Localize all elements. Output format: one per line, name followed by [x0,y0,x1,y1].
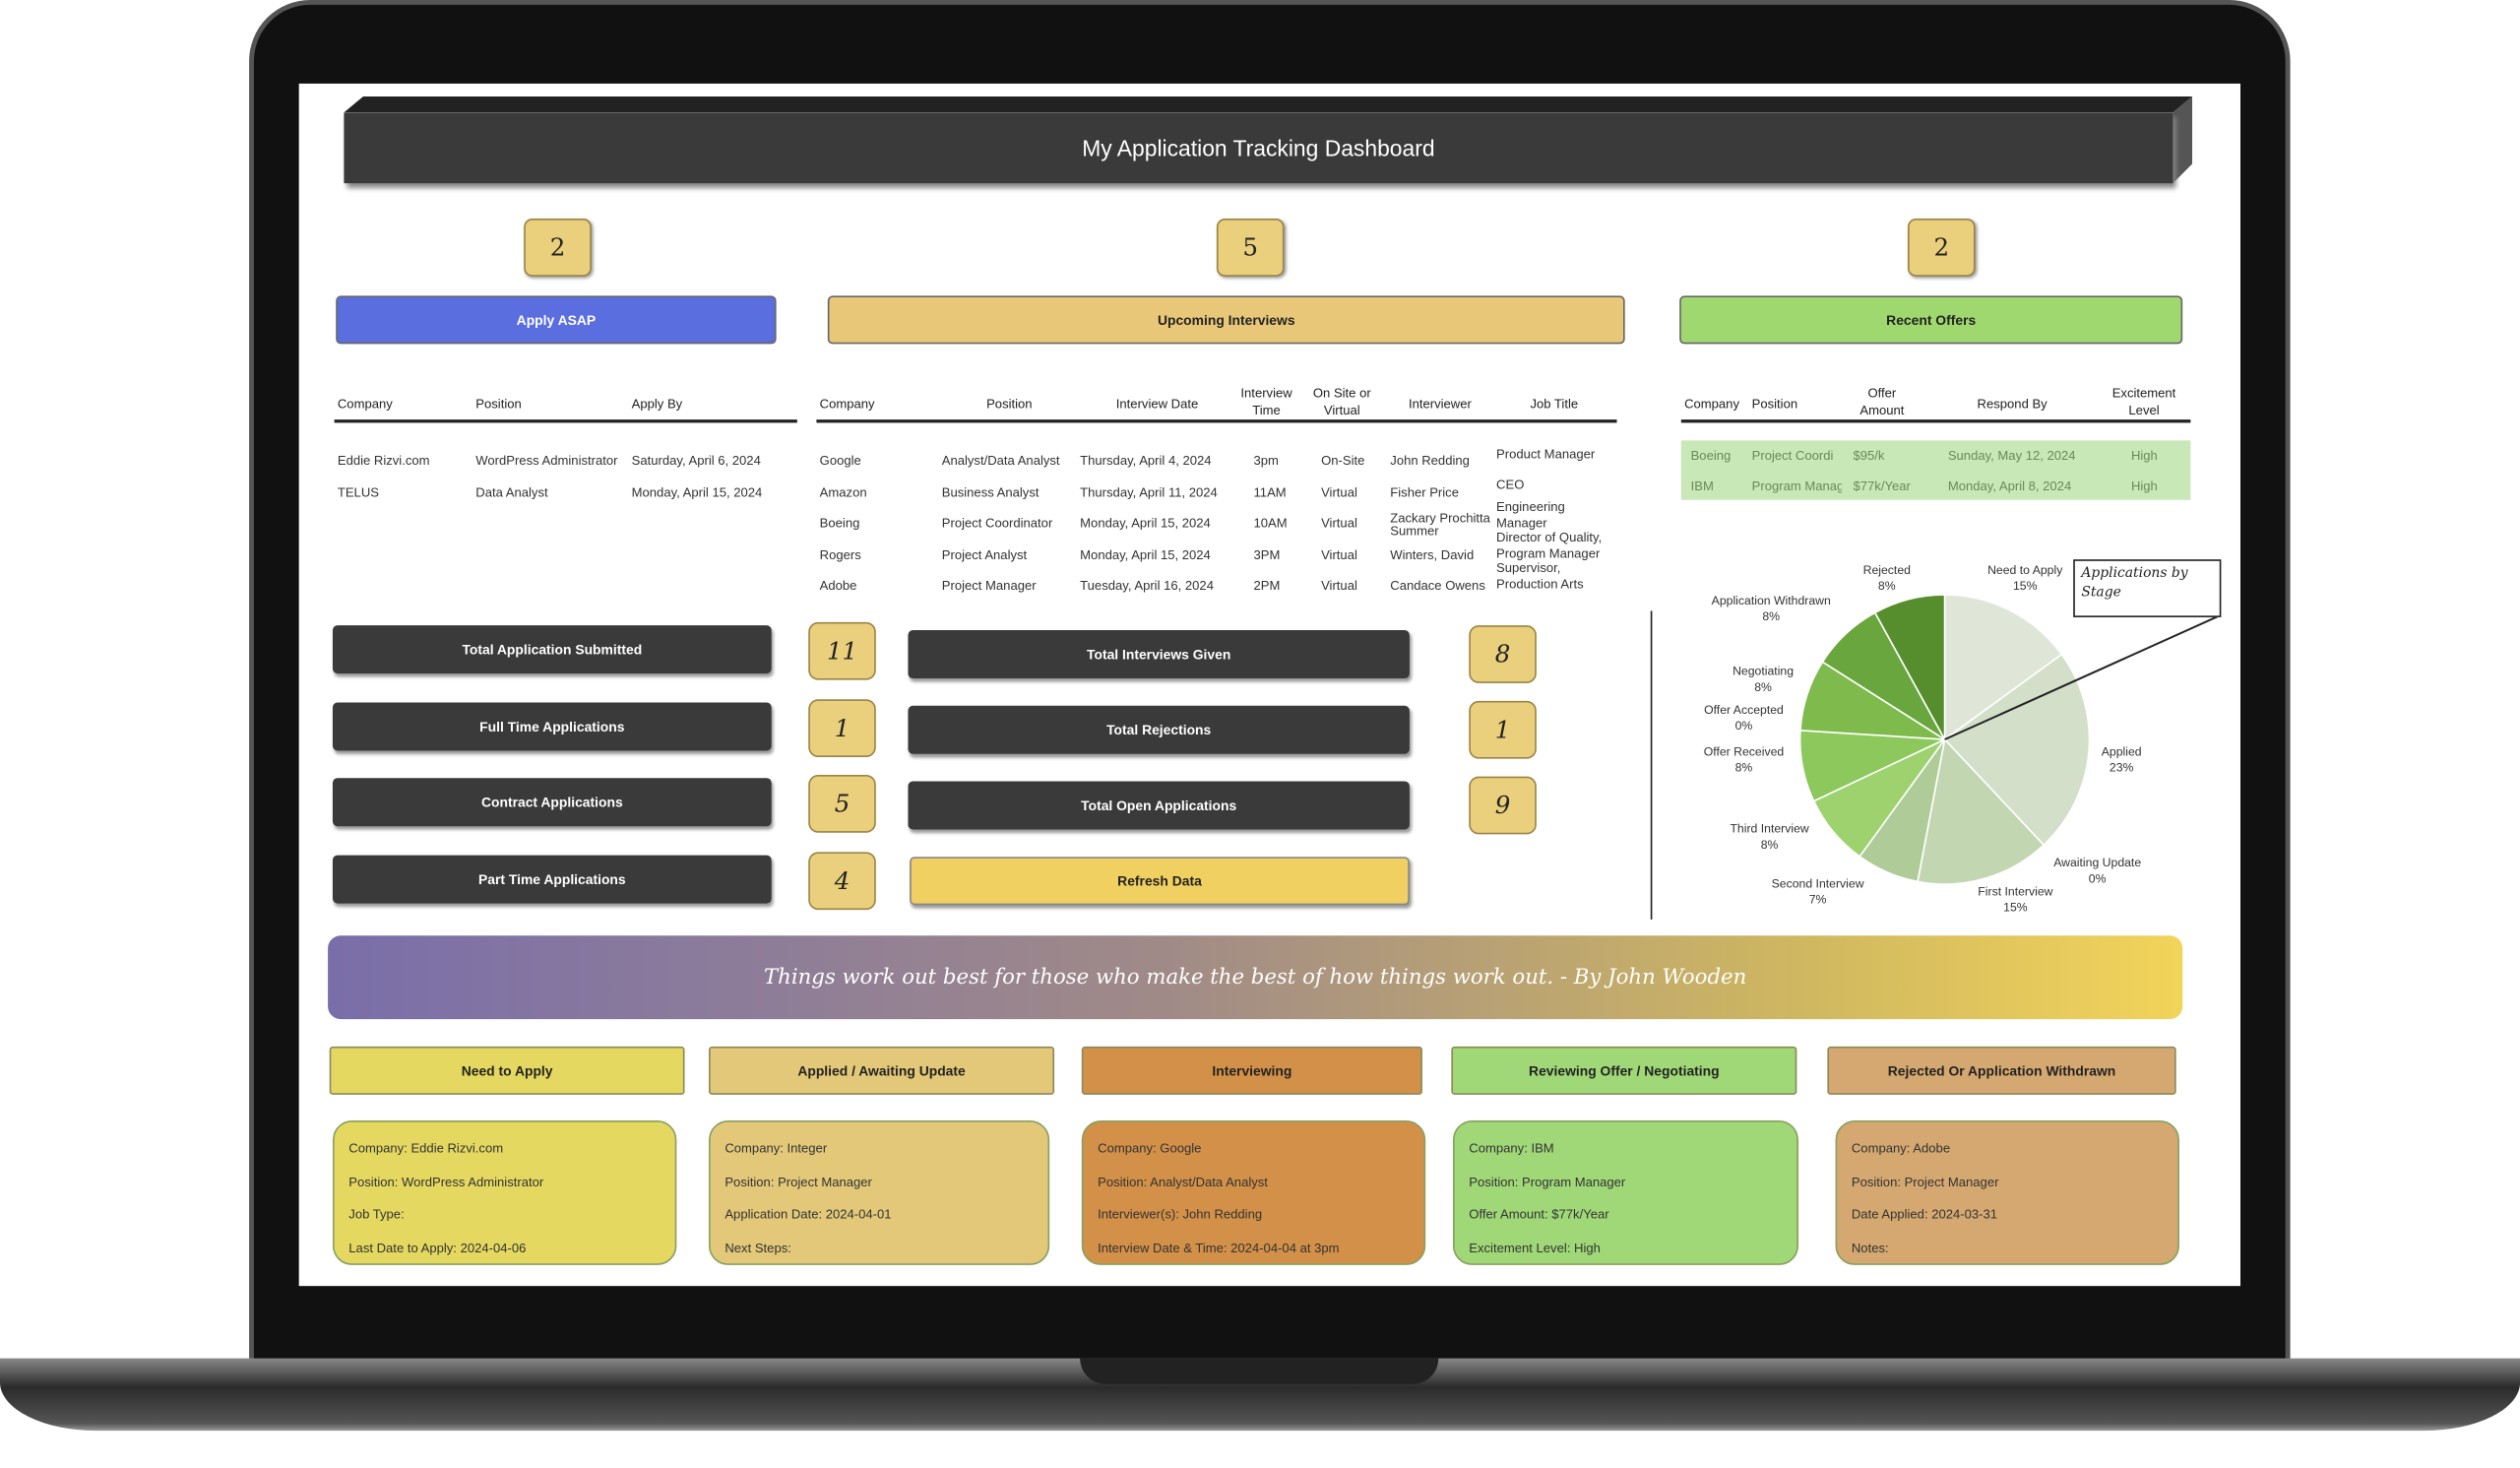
card-line: Company: Adobe [1851,1141,1951,1156]
pie-label-name: Negotiating [1732,664,1795,678]
pie-label: Second Interview 7% [1772,876,1864,909]
pie-label: Awaiting Update 0% [2053,856,2141,888]
card-line: Company: Eddie Rizvi.com [348,1141,504,1156]
category-card: Company: IBM Position: Program Manager Off… [1452,1119,1798,1265]
pie-label: Offer Received 8% [1704,744,1784,777]
pie-label-name: Offer Accepted [1704,702,1784,718]
pie-label: Rejected 8% [1863,562,1911,595]
pie-label-value: 0% [1734,718,1753,734]
pie-label-value: 8% [1877,578,1896,594]
pie-label-name: Applied [2101,743,2142,759]
card-line: Position: Project Manager [1851,1174,1999,1189]
pie-label-name: Awaiting Update [2053,855,2142,870]
card-line: Excitement Level: High [1469,1240,1601,1255]
pie-label-name: Offer Received [1703,743,1785,759]
pie-label-value: 7% [1808,892,1827,907]
pie-label-value: 0% [2088,870,2107,886]
pie-label: Applied 23% [2102,744,2142,777]
card-line: Notes: [1851,1240,1889,1255]
pie-label-name: Application Withdrawn [1711,593,1831,608]
card-line: Position: Program Manager [1469,1174,1626,1189]
pie-label-name: Rejected [1862,562,1911,578]
pie-label: Third Interview 8% [1730,821,1808,854]
card-line: Company: Google [1098,1141,1202,1156]
card-line: Last Date to Apply: 2024-04-06 [348,1240,527,1255]
category-header[interactable]: Rejected Or Application Withdrawn [1827,1046,2176,1095]
card-line: Company: Integer [724,1141,828,1156]
category-card: Company: Google Position: Analyst/Data An… [1081,1119,1426,1265]
card-line: Interviewer(s): John Redding [1098,1207,1263,1222]
pie-label-value: 15% [2012,578,2038,594]
card-line: Application Date: 2024-04-01 [724,1207,892,1222]
card-line: Date Applied: 2024-03-31 [1851,1207,1998,1222]
pie-label-value: 8% [1734,760,1753,775]
pie-label: Application Withdrawn 8% [1712,593,1831,625]
pie-label: First Interview 15% [1978,884,2052,917]
pie-label-value: 8% [1762,608,1781,624]
category-header[interactable]: Need to Apply [329,1046,685,1095]
card-line: Next Steps: [724,1240,791,1255]
card-line: Company: IBM [1469,1141,1554,1156]
card-line: Job Type: [348,1207,405,1222]
category-card: Company: Adobe Position: Project Manager D… [1835,1119,2179,1265]
card-line: Offer Amount: $77k/Year [1469,1207,1609,1222]
pie-label: Negotiating 8% [1732,664,1794,696]
card-line: Position: Analyst/Data Analyst [1098,1174,1268,1189]
pie-label: Offer Accepted 0% [1704,702,1784,734]
category-header[interactable]: Reviewing Offer / Negotiating [1451,1046,1797,1095]
quote-banner: Things work out best for those who make … [328,935,2183,1020]
pie-label-name: Need to Apply [1987,562,2063,578]
category-card: Company: Integer Position: Project Manage… [709,1119,1050,1265]
pie-label-value: 8% [1754,679,1772,695]
category-header[interactable]: Applied / Awaiting Update [709,1046,1055,1095]
category-card: Company: Eddie Rizvi.com Position: WordPr… [332,1119,677,1265]
pie-label: Need to Apply 15% [1987,562,2062,595]
pie-label-name: First Interview [1978,883,2053,899]
pie-label-value: 23% [2109,760,2134,775]
pie-label-value: 8% [1760,837,1779,853]
category-header[interactable]: Interviewing [1081,1046,1422,1095]
pie-label-name: Third Interview [1730,821,1809,837]
pie-label-value: 15% [2003,900,2028,916]
card-line: Position: WordPress Administrator [348,1174,544,1189]
card-line: Interview Date & Time: 2024-04-04 at 3pm [1098,1240,1340,1255]
chart-title: Applications by Stage [2073,559,2222,617]
card-line: Position: Project Manager [724,1174,872,1189]
pie-label-name: Second Interview [1771,875,1864,891]
